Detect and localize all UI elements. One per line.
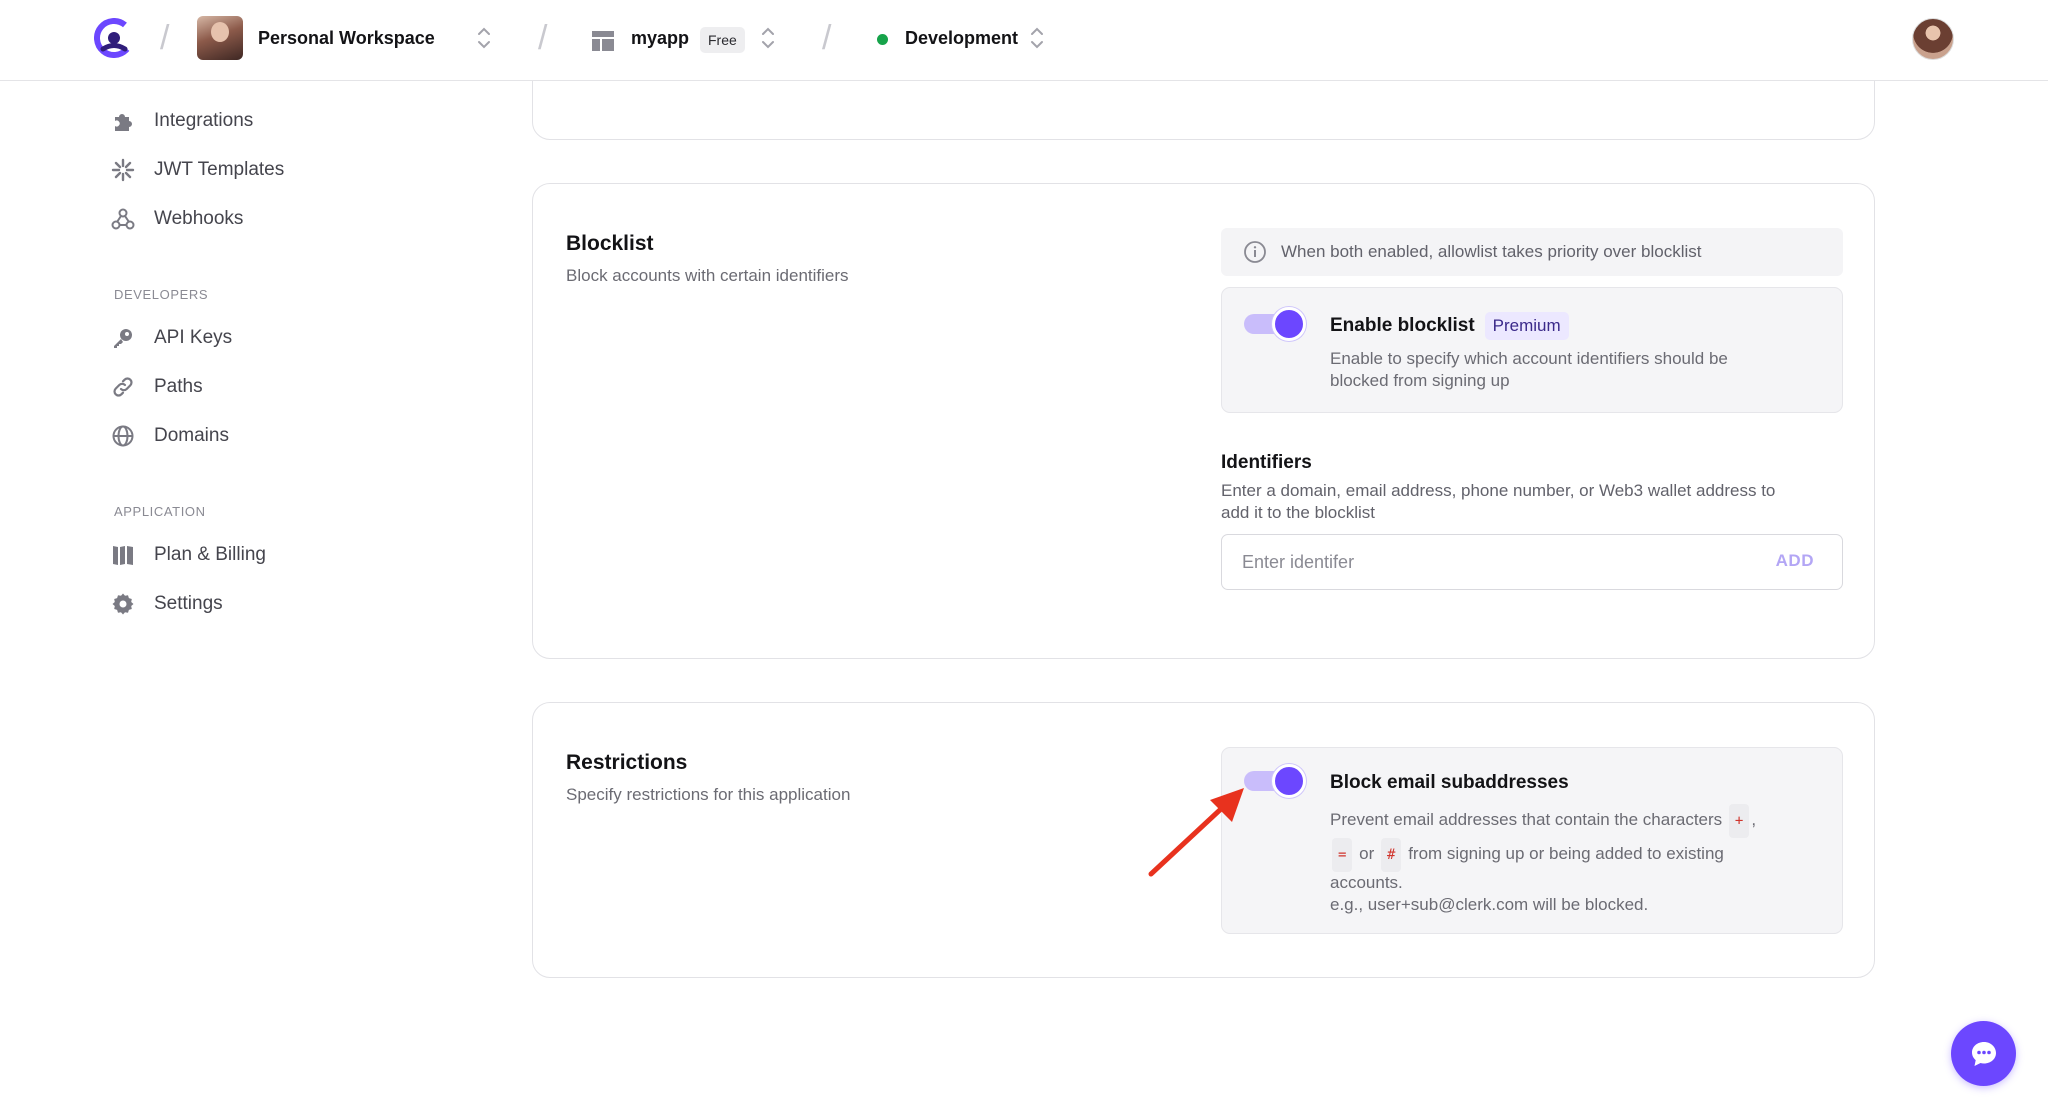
identifiers-title: Identifiers [1221,452,1312,473]
user-avatar[interactable] [1912,18,1954,60]
sidebar-item-label: Integrations [154,110,254,131]
sidebar-item-label: API Keys [154,327,233,348]
identifier-input[interactable] [1242,549,1722,575]
annotation-arrow-icon [1148,788,1244,877]
plus-char-code: + [1728,804,1750,838]
identifier-input-group: ADD [1221,534,1843,590]
link-icon [110,374,136,400]
breadcrumb-separator: / [160,19,170,57]
sidebar-section-application: APPLICATION [114,504,206,519]
enable-blocklist-description: Enable to specify which account identifi… [1330,349,1728,390]
workspace-switcher-chevron-icon[interactable] [476,24,492,52]
hash-char-code: # [1381,838,1402,872]
breadcrumb-separator: / [538,19,548,57]
block-subaddresses-description: Prevent email addresses that contain the… [1330,804,1756,916]
jwt-icon [110,157,136,183]
puzzle-icon [110,108,136,134]
sidebar-item-settings[interactable]: Settings [110,588,223,620]
sidebar-item-paths[interactable]: Paths [110,371,203,403]
sidebar-item-label: Webhooks [154,208,244,229]
block-email-subaddresses-toggle[interactable] [1242,763,1308,798]
key-icon [110,325,136,351]
blocklist-card: Blocklist Block accounts with certain id… [532,183,1875,659]
sidebar: Integrations JWT Templates Webhooks DEVE… [0,81,380,1119]
sidebar-item-api-keys[interactable]: API Keys [110,322,232,354]
plan-badge: Free [700,27,745,53]
add-identifier-button[interactable]: ADD [1776,551,1814,571]
top-bar: / Personal Workspace / myapp Free / Deve… [0,0,2048,81]
environment-name[interactable]: Development [905,26,1018,50]
identifiers-description: Enter a domain, email address, phone num… [1221,481,1776,522]
workspace-avatar[interactable] [197,16,243,60]
restrictions-subtitle: Specify restrictions for this applicatio… [566,785,851,804]
equals-char-code: = [1332,838,1353,872]
billing-icon [110,542,136,568]
enable-blocklist-toggle[interactable] [1242,306,1308,341]
app-switcher-chevron-icon[interactable] [760,24,776,52]
sidebar-item-integrations[interactable]: Integrations [110,105,253,137]
sidebar-item-jwt-templates[interactable]: JWT Templates [110,154,284,186]
app-layout-icon [592,31,614,51]
block-subaddresses-box: Block email subaddresses Prevent email a… [1221,747,1843,934]
info-text: When both enabled, allowlist takes prior… [1281,242,1702,261]
environment-switcher-chevron-icon[interactable] [1029,24,1045,52]
enable-blocklist-box: Enable blocklist Premium Enable to specif… [1221,287,1843,413]
breadcrumb-separator: / [822,19,832,57]
clerk-logo-icon[interactable] [94,18,134,58]
blocklist-info-banner: When both enabled, allowlist takes prior… [1221,228,1843,276]
sidebar-item-webhooks[interactable]: Webhooks [110,203,243,235]
sidebar-item-plan-billing[interactable]: Plan & Billing [110,539,266,571]
environment-status-dot [877,34,888,45]
sidebar-section-developers: DEVELOPERS [114,287,209,302]
app-name[interactable]: myapp [631,26,689,50]
info-icon [1244,241,1266,263]
sidebar-item-label: JWT Templates [154,159,285,180]
blocklist-title: Blocklist [566,232,654,255]
enable-blocklist-title: Enable blocklist Premium [1330,312,1569,340]
sidebar-item-label: Settings [154,593,223,614]
sidebar-item-domains[interactable]: Domains [110,420,229,452]
chat-bubble-icon [1971,1041,1996,1066]
gear-icon [110,591,136,617]
restrictions-title: Restrictions [566,751,688,774]
sidebar-item-label: Domains [154,425,229,446]
premium-badge: Premium [1484,312,1569,340]
workspace-name[interactable]: Personal Workspace [258,26,435,50]
blocklist-subtitle: Block accounts with certain identifiers [566,266,849,285]
block-subaddresses-title: Block email subaddresses [1330,772,1569,793]
sidebar-item-label: Plan & Billing [154,544,266,565]
chat-support-button[interactable] [1951,1021,2016,1086]
webhook-icon [110,206,136,232]
globe-icon [110,423,136,449]
sidebar-item-label: Paths [154,376,203,397]
